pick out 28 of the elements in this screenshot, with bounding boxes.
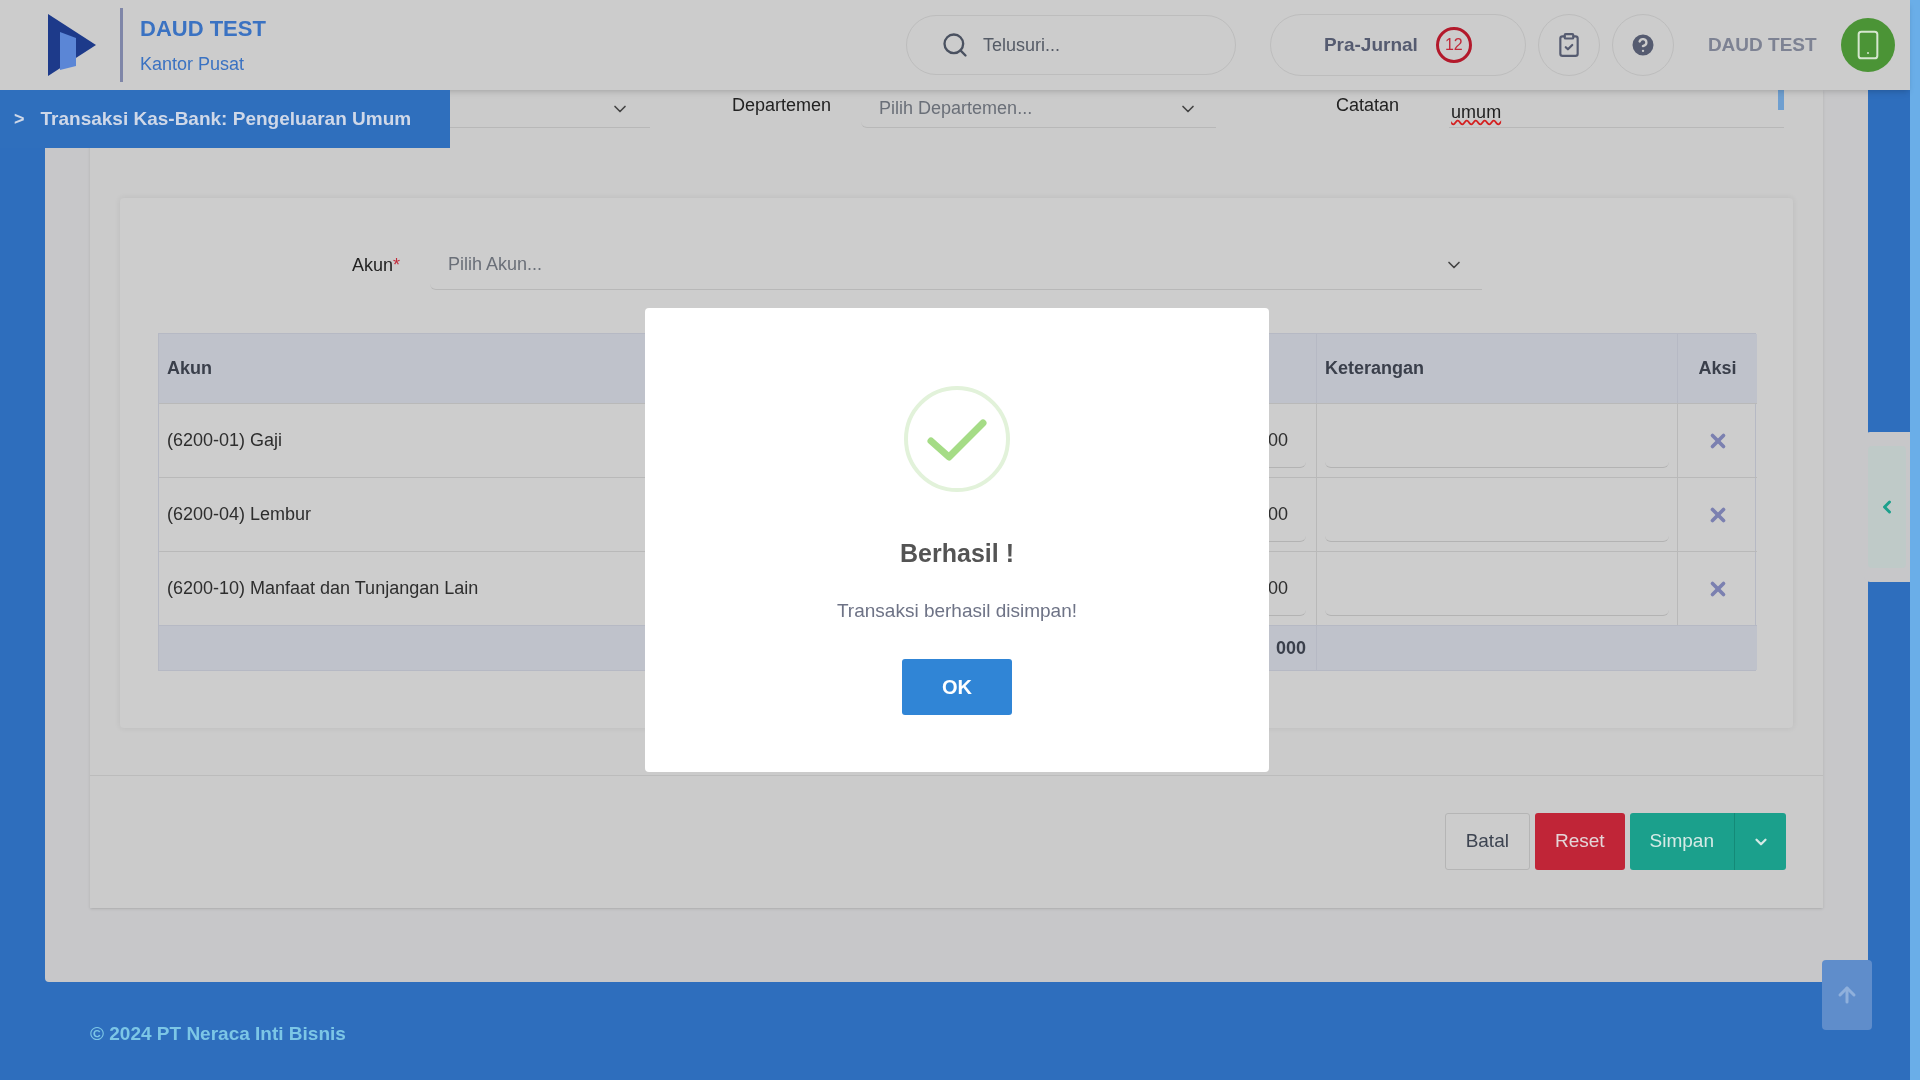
ok-button[interactable]: OK xyxy=(902,659,1012,715)
column-header: Aksi xyxy=(1678,334,1757,403)
count-badge: 12 xyxy=(1435,27,1472,63)
reset-button[interactable]: Reset xyxy=(1534,813,1625,870)
field-label: Akun* xyxy=(350,253,400,277)
page-scrollbar[interactable] xyxy=(1910,0,1920,1080)
branch-name: Kantor Pusat xyxy=(140,53,246,76)
copyright-text: © 2024 PT Neraca Inti Bisnis xyxy=(90,1022,347,1046)
page-title: Transaksi Kas-Bank: Pengeluaran Umum xyxy=(40,106,412,131)
scroll-top-button[interactable] xyxy=(1822,960,1872,1030)
department-select[interactable]: Pilih Departemen... xyxy=(861,90,1217,128)
field-label: Catatan xyxy=(1336,94,1400,117)
dialog-message: Transaksi berhasil disimpan! xyxy=(836,598,1078,623)
user-name: DAUD TEST xyxy=(1707,32,1817,57)
success-check-icon xyxy=(903,385,1011,493)
field-label: Departemen xyxy=(732,94,832,117)
search-icon xyxy=(940,31,969,59)
search-input[interactable]: Telusuri... xyxy=(982,31,1183,59)
user-avatar[interactable] xyxy=(1840,18,1895,72)
save-button[interactable]: Simpan xyxy=(1629,813,1786,870)
cancel-button[interactable]: Batal xyxy=(1444,813,1530,870)
account-select[interactable]: Pilih Akun... xyxy=(430,240,1482,290)
column-header: Keterangan xyxy=(1317,334,1678,403)
company-name: DAUD TEST xyxy=(140,15,266,43)
dialog-title: Berhasil ! xyxy=(900,538,1014,569)
logo-icon xyxy=(46,12,98,78)
note-field[interactable]: umum xyxy=(1449,90,1785,128)
expand-marker[interactable]: > xyxy=(14,105,25,133)
